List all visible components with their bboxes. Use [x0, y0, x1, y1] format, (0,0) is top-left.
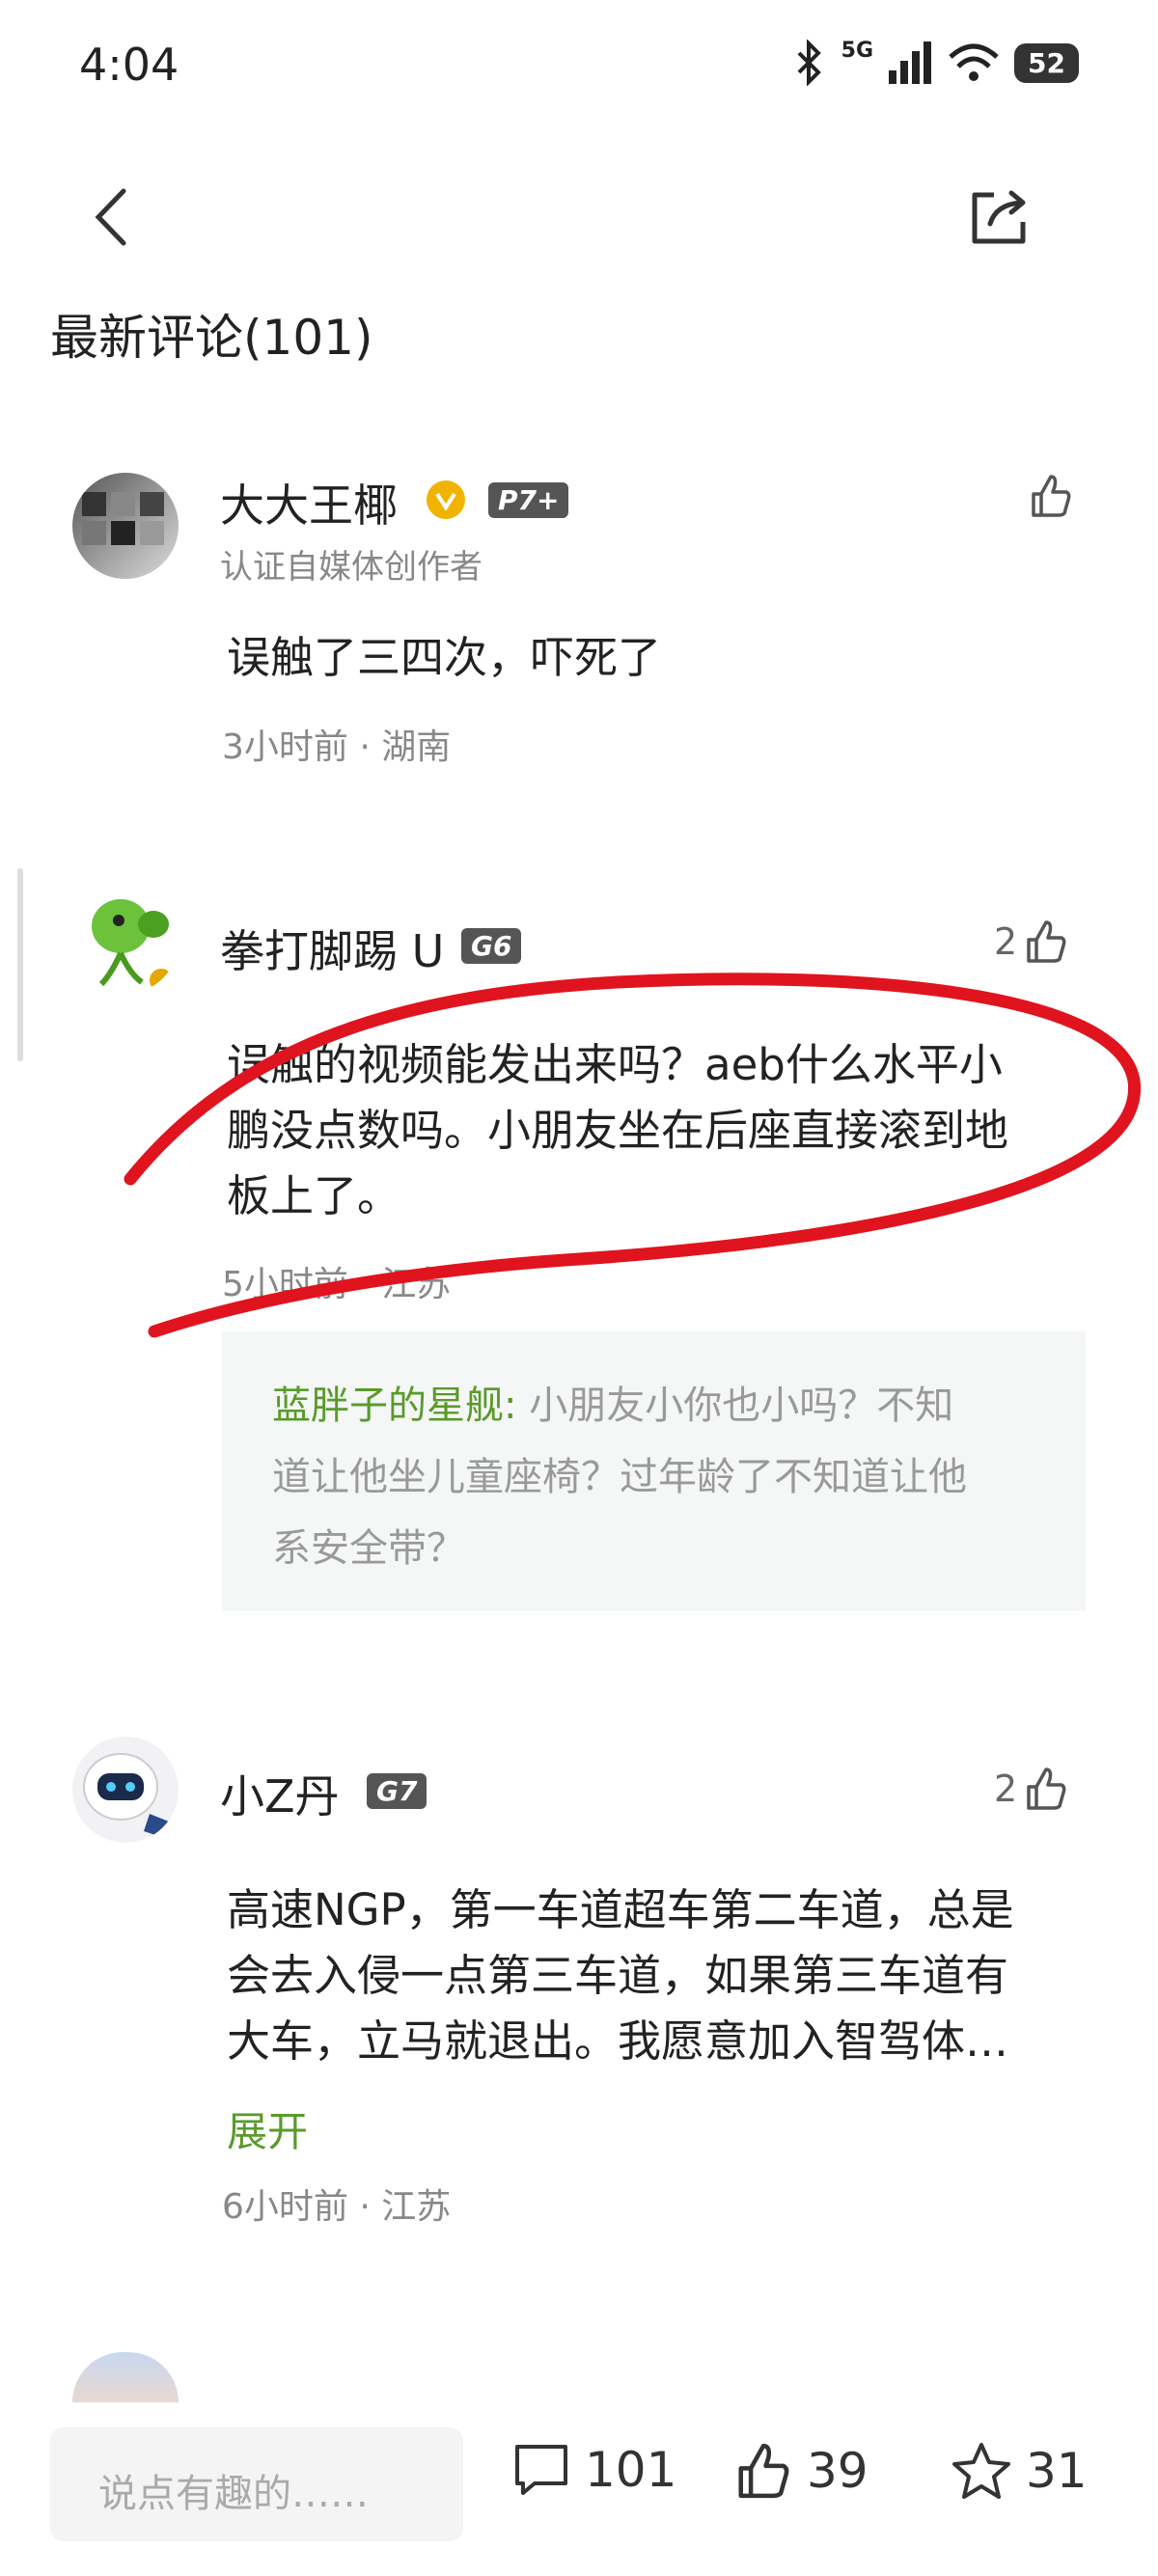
reply-line: 小朋友小你也小吗？不知 [516, 1384, 954, 1428]
avatar[interactable] [72, 2352, 179, 2402]
comment-text: 高速NGP，第一车道超车第二车道，总是 会去入侵一点第三车道，如果第三车道有 大… [227, 1877, 1014, 2074]
like-count: 39 [807, 2443, 868, 2499]
share-button[interactable] [965, 183, 1033, 251]
comment-meta: 5小时前 · 江苏 [222, 1265, 452, 1304]
reply-text: 蓝胖子的星舰: 小朋友小你也小吗？不知 道让他坐儿童座椅？过年龄了不知道让他 系… [272, 1370, 1044, 1584]
comments-button[interactable]: 101 [511, 2441, 676, 2499]
username[interactable]: 大大王椰 [220, 471, 398, 534]
signal-icon [889, 41, 932, 84]
back-button[interactable] [85, 183, 143, 251]
reply-box[interactable]: 蓝胖子的星舰: 小朋友小你也小吗？不知 道让他坐儿童座椅？过年龄了不知道让他 系… [222, 1331, 1086, 1611]
wifi-icon [949, 43, 999, 81]
comment-input[interactable]: 说点有趣的…… [50, 2427, 463, 2541]
network-label: 5G [841, 39, 874, 63]
battery-badge: 52 [1014, 42, 1079, 83]
comment-line: 板上了。 [227, 1170, 401, 1221]
comment-meta: 6小时前 · 江苏 [222, 2187, 452, 2227]
favorite-button[interactable]: 31 [951, 2441, 1088, 2501]
status-time: 4:04 [79, 39, 179, 91]
comment-meta: 3小时前 · 湖南 [222, 727, 452, 767]
section-title: 最新评论(101) [50, 310, 373, 366]
comment-text: 误触了三四次，吓死了 [227, 625, 661, 691]
reply-line: 系安全带？ [272, 1526, 465, 1571]
favorite-count: 31 [1026, 2443, 1088, 2499]
level-badge: G7 [367, 1773, 427, 1809]
like-count: 2 [994, 1768, 1018, 1810]
status-icons: 5G 52 [789, 39, 1079, 87]
comment-count: 101 [585, 2442, 677, 2498]
like-button[interactable] [1028, 473, 1074, 519]
comment-line: 会去入侵一点第三车道，如果第三车道有 [227, 1950, 1009, 2001]
chevron-left-icon [95, 188, 126, 246]
comment-text: 误触的视频能发出来吗？aeb什么水平小 鹏没点数吗。小朋友坐在后座直接滚到地 板… [227, 1032, 1008, 1229]
expand-link[interactable]: 展开 [227, 2099, 308, 2158]
avatar[interactable] [72, 1737, 179, 1843]
comment-line: 误触了三四次，吓死了 [227, 632, 662, 683]
user-subtitle: 认证自媒体创作者 [220, 548, 482, 587]
comment-line: 鹏没点数吗。小朋友坐在后座直接滚到地 [227, 1105, 1009, 1156]
thumbs-up-icon [738, 2443, 789, 2499]
scrollbar[interactable] [17, 868, 23, 1061]
avatar[interactable] [72, 473, 179, 579]
thumbs-up-icon [1027, 1768, 1066, 1810]
username[interactable]: 小Z丹 [220, 1762, 340, 1825]
star-icon [952, 2443, 1010, 2499]
reply-username[interactable]: 蓝胖子的星舰: [272, 1384, 516, 1428]
comment-line: 误触的视频能发出来吗？aeb什么水平小 [227, 1039, 1003, 1090]
avatar[interactable] [72, 888, 179, 994]
like-button[interactable]: 2 [994, 1766, 1069, 1812]
red-annotation-circle [124, 973, 1141, 1338]
like-button[interactable]: 2 [994, 918, 1069, 965]
like-post-button[interactable]: 39 [733, 2441, 868, 2501]
bottom-bar: 说点有趣的…… 101 39 31 [0, 2402, 1158, 2576]
verified-icon [427, 480, 465, 519]
comment-icon [515, 2445, 567, 2495]
comment-line: 大车，立马就退出。我愿意加入智驾体… [227, 2015, 1009, 2067]
share-icon [972, 190, 1026, 244]
thumbs-up-icon [1027, 920, 1066, 963]
like-count: 2 [994, 920, 1018, 963]
username[interactable]: 拳打脚踢 U [220, 917, 444, 980]
thumbs-up-icon [1032, 475, 1071, 517]
bluetooth-icon [797, 40, 821, 86]
comment-line: 高速NGP，第一车道超车第二车道，总是 [227, 1884, 1014, 1935]
reply-line: 道让他坐儿童座椅？过年龄了不知道让他 [272, 1455, 967, 1499]
level-badge: G6 [461, 928, 522, 964]
level-badge: P7+ [488, 482, 569, 518]
